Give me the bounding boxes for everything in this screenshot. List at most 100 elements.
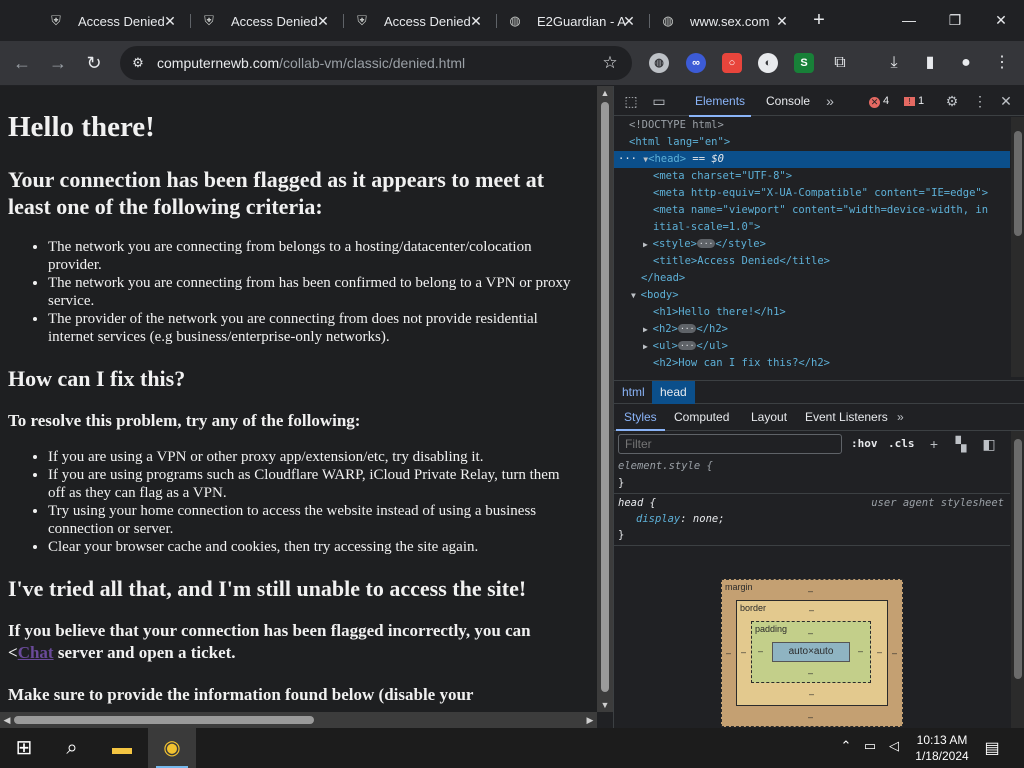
extension-icon[interactable]: ○	[722, 53, 742, 73]
notifications-icon[interactable]: ▤	[982, 738, 1002, 758]
page-horizontal-scrollbar[interactable]: ◀ ▶	[0, 712, 597, 728]
hov-toggle[interactable]: :hov	[851, 437, 878, 450]
close-icon[interactable]: ✕	[774, 13, 790, 29]
scroll-up-icon[interactable]: ▲	[597, 86, 613, 100]
system-clock[interactable]: 10:13 AM 1/18/2024	[906, 732, 978, 764]
dom-node[interactable]: <!DOCTYPE html>	[614, 117, 1010, 134]
windows-start-icon[interactable]: ⊞	[0, 728, 48, 768]
dom-node[interactable]: <meta charset="UTF-8">	[614, 168, 1010, 185]
breadcrumb-head[interactable]: head	[652, 381, 695, 404]
extension-icon[interactable]: ∞	[686, 53, 706, 73]
ellipsis-icon[interactable]: ···	[677, 341, 697, 350]
browser-tab[interactable]: ⛨ Access Denied ✕	[38, 6, 188, 36]
file-explorer-icon[interactable]: ▬	[98, 728, 146, 768]
tab-styles[interactable]: Styles	[616, 410, 665, 431]
issue-count-badge[interactable]: ! 1	[904, 95, 924, 107]
tab-layout[interactable]: Layout	[751, 410, 787, 424]
margin-bottom-value[interactable]: –	[808, 712, 813, 722]
scrollbar-thumb[interactable]	[601, 102, 609, 692]
chat-link[interactable]: Chat	[18, 643, 54, 662]
margin-top-value[interactable]: –	[808, 586, 813, 596]
scrollbar-thumb[interactable]	[1014, 439, 1022, 679]
close-icon[interactable]: ✕	[468, 13, 484, 29]
browser-tab[interactable]: ◍ www.sex.com ✕	[650, 6, 800, 36]
minimize-button[interactable]: —	[886, 0, 932, 41]
device-toolbar-icon[interactable]: ▭	[650, 92, 668, 110]
padding-bottom-value[interactable]: –	[808, 668, 813, 678]
scroll-right-icon[interactable]: ▶	[583, 712, 597, 728]
dom-node-selected[interactable]: ··· ▼<head> == $0	[614, 151, 1010, 168]
ellipsis-icon[interactable]: ···	[696, 239, 716, 248]
bookmark-star-icon[interactable]: ☆	[600, 53, 620, 73]
download-icon[interactable]: ⤓	[883, 52, 905, 74]
dom-node[interactable]: ▶ <ul> ··· </ul>	[614, 338, 1010, 355]
more-options-icon[interactable]: ⋮	[971, 92, 989, 110]
globe-extension-icon[interactable]: ◍	[649, 53, 669, 73]
close-icon[interactable]: ✕	[621, 13, 637, 29]
margin-right-value[interactable]: –	[892, 648, 897, 658]
chevron-up-icon[interactable]: ⌃	[836, 738, 856, 754]
tab-elements[interactable]: Elements	[688, 94, 752, 117]
forward-button[interactable]: →	[44, 49, 72, 77]
address-bar[interactable]: ⚙ computernewb.com/collab-vm/classic/den…	[120, 46, 632, 80]
page-vertical-scrollbar[interactable]: ▲ ▼	[597, 86, 613, 712]
dom-node[interactable]: ▶ <h2> ··· </h2>	[614, 321, 1010, 338]
scroll-left-icon[interactable]: ◀	[0, 712, 14, 728]
close-devtools-icon[interactable]: ✕	[997, 92, 1015, 110]
padding-right-value[interactable]: –	[858, 646, 863, 656]
dom-node[interactable]: <h1>Hello there!</h1>	[614, 304, 1010, 321]
search-icon[interactable]: ⌕	[48, 728, 96, 768]
display-declaration[interactable]: display: none;	[636, 512, 725, 527]
site-info-icon[interactable]: ⚙	[130, 55, 146, 71]
styles-filter-input[interactable]	[618, 434, 842, 454]
element-style-selector[interactable]: element.style {	[618, 459, 713, 474]
expand-triangle-icon[interactable]: ▶	[643, 342, 653, 351]
new-tab-button[interactable]: +	[808, 9, 830, 31]
content-box[interactable]: auto×auto	[772, 642, 850, 662]
paint-icon[interactable]: ▚	[952, 435, 970, 453]
extension-icon[interactable]: S	[794, 53, 814, 73]
dom-node[interactable]: ▼ <body>	[614, 287, 1010, 304]
extension-icon[interactable]: ◐	[758, 53, 778, 73]
new-rule-icon[interactable]: +	[925, 435, 943, 453]
scrollbar-thumb[interactable]	[1014, 131, 1022, 236]
dom-node[interactable]: <h2>How can I fix this?</h2>	[614, 355, 1010, 372]
dom-node[interactable]: <meta http-equiv="X-UA-Compatible" conte…	[614, 185, 1010, 202]
tab-computed[interactable]: Computed	[674, 410, 729, 424]
head-selector[interactable]: head {	[618, 496, 656, 511]
styles-scrollbar[interactable]	[1011, 431, 1024, 728]
tab-event-listeners[interactable]: Event Listeners	[805, 410, 888, 424]
padding-top-value[interactable]: –	[808, 628, 813, 638]
restore-button[interactable]: ❐	[932, 0, 978, 41]
dom-node[interactable]: </head>	[614, 270, 1010, 287]
close-icon[interactable]: ✕	[315, 13, 331, 29]
more-tabs-icon[interactable]: »	[821, 92, 839, 110]
breadcrumb-html[interactable]: html	[614, 381, 653, 404]
padding-left-value[interactable]: –	[758, 646, 763, 656]
puzzle-icon[interactable]: ⧉	[829, 52, 851, 74]
inspect-icon[interactable]: ⬚	[622, 92, 640, 110]
border-left-value[interactable]: –	[741, 647, 746, 657]
dom-node[interactable]: <html lang="en">	[614, 134, 1010, 151]
scroll-down-icon[interactable]: ▼	[597, 698, 613, 712]
dom-node[interactable]: <meta name="viewport" content="width=dev…	[614, 202, 1010, 219]
dom-node[interactable]: <title>Access Denied</title>	[614, 253, 1010, 270]
border-right-value[interactable]: –	[877, 647, 882, 657]
scrollbar-thumb[interactable]	[14, 716, 314, 724]
dom-node[interactable]: itial-scale=1.0">	[614, 219, 1010, 236]
expand-triangle-icon[interactable]: ▶	[643, 325, 653, 334]
dom-scrollbar[interactable]	[1011, 117, 1024, 377]
volume-muted-icon[interactable]: ◁	[884, 738, 904, 754]
margin-left-value[interactable]: –	[726, 648, 731, 658]
reload-button[interactable]: ↻	[80, 49, 108, 77]
collapse-triangle-icon[interactable]: ▼	[631, 291, 641, 300]
ellipsis-icon[interactable]: ···	[677, 324, 697, 333]
error-count-badge[interactable]: ✕ 4	[869, 95, 889, 108]
menu-icon[interactable]: ⋮	[991, 52, 1013, 74]
dom-node[interactable]: ▶ <style> ··· </style>	[614, 236, 1010, 253]
close-icon[interactable]: ✕	[162, 13, 178, 29]
browser-tab[interactable]: ◍ E2Guardian - A ✕	[497, 6, 647, 36]
close-window-button[interactable]: ✕	[978, 0, 1024, 41]
browser-tab[interactable]: ⛨ Access Denied ✕	[344, 6, 494, 36]
browser-tab[interactable]: ⛨ Access Denied ✕	[191, 6, 341, 36]
